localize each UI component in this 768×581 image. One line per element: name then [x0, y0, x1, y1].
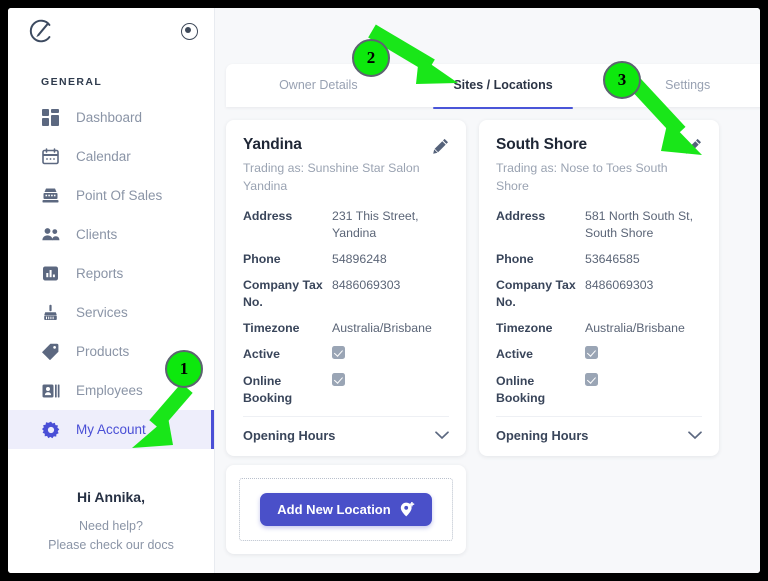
annotation-arrow-1: [132, 383, 193, 448]
annotation-number: 3: [603, 61, 641, 99]
annotation-badge-3: 3: [603, 61, 641, 99]
annotation-badge-2: 2: [352, 39, 390, 77]
annotation-arrows-sidebar: [132, 383, 193, 448]
app-window: GENERAL Dashboard Calendar Point Of Sale…: [8, 8, 760, 573]
annotation-number: 1: [165, 350, 203, 388]
annotation-number: 2: [352, 39, 390, 77]
annotation-badge-1: 1: [165, 350, 203, 388]
